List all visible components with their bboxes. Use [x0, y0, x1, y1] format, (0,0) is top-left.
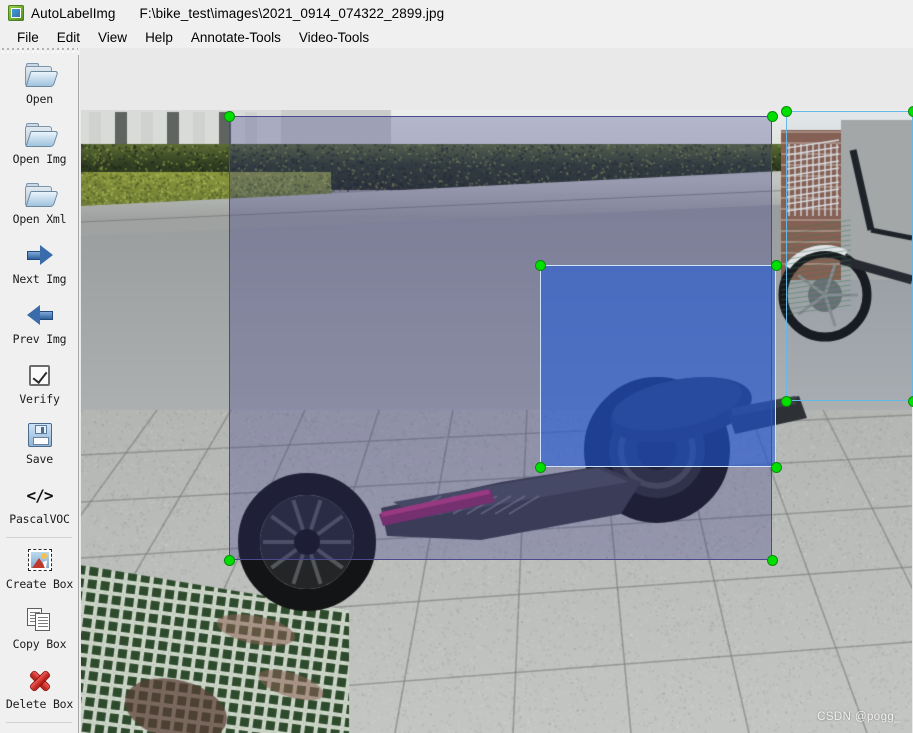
toolbar-open-img-label: Open Img [12, 152, 67, 166]
photo-bitmap [81, 110, 912, 733]
toolbar-open-xml-label: Open Xml [12, 212, 67, 226]
code-tags-icon: </> [26, 485, 54, 505]
toolbar-pascalvoc[interactable]: </> PascalVOC [0, 475, 78, 535]
open-folder-icon [20, 118, 60, 152]
toolbar-next-img-label: Next Img [12, 272, 67, 286]
open-folder-icon [20, 58, 60, 92]
image-canvas[interactable]: CSDN @pogg_ [80, 48, 913, 733]
menu-file[interactable]: File [8, 29, 48, 46]
toolbar-pascalvoc-label: PascalVOC [9, 512, 70, 526]
checkbox-icon [20, 358, 60, 392]
toolbar-delete-box-label: Delete Box [5, 697, 74, 711]
autolabelimg-window: AutoLabelImg F:\bike_test\images\2021_09… [0, 0, 913, 733]
toolbar-open-img[interactable]: Open Img [0, 115, 78, 175]
delete-box-icon [20, 663, 60, 697]
current-file-path: F:\bike_test\images\2021_0914_074322_289… [139, 5, 445, 21]
arrow-right-icon [20, 238, 60, 272]
toolbar-divider-bottom [6, 722, 72, 723]
menu-help[interactable]: Help [136, 29, 182, 46]
toolbar-drag-handle[interactable] [2, 48, 78, 55]
create-box-icon [20, 543, 60, 577]
copy-box-icon [20, 603, 60, 637]
toolbar-create-box-label: Create Box [5, 577, 74, 591]
floppy-disk-icon [20, 418, 60, 452]
menu-annotate-tools[interactable]: Annotate-Tools [182, 29, 290, 46]
toolbar-open[interactable]: Open [0, 55, 78, 115]
toolbar-next-img[interactable]: Next Img [0, 235, 78, 295]
menu-view[interactable]: View [89, 29, 136, 46]
toolbar-divider [6, 537, 72, 538]
toolbar-verify-label: Verify [19, 392, 60, 406]
toolbar-copy-box[interactable]: Copy Box [0, 600, 78, 660]
left-toolbar: Open Open Img Open Xml Next Img Prev Img [0, 55, 79, 733]
app-title: AutoLabelImg [31, 5, 116, 21]
watermark: CSDN @pogg_ [817, 711, 901, 723]
toolbar-save[interactable]: Save [0, 415, 78, 475]
toolbar-verify[interactable]: Verify [0, 355, 78, 415]
title-bar: AutoLabelImg F:\bike_test\images\2021_09… [0, 0, 913, 26]
menu-bar: File Edit View Help Annotate-Tools Video… [0, 26, 913, 48]
open-folder-icon [20, 178, 60, 212]
toolbar-delete-box[interactable]: Delete Box [0, 660, 78, 720]
menu-video-tools[interactable]: Video-Tools [290, 29, 378, 46]
toolbar-prev-img[interactable]: Prev Img [0, 295, 78, 355]
toolbar-prev-img-label: Prev Img [12, 332, 67, 346]
toolbar-copy-box-label: Copy Box [12, 637, 67, 651]
toolbar-open-xml[interactable]: Open Xml [0, 175, 78, 235]
toolbar-create-box[interactable]: Create Box [0, 540, 78, 600]
app-icon [8, 5, 24, 21]
toolbar-open-label: Open [26, 92, 53, 106]
arrow-left-icon [20, 298, 60, 332]
menu-edit[interactable]: Edit [48, 29, 89, 46]
annotated-photo [81, 110, 912, 733]
toolbar-save-label: Save [26, 452, 53, 466]
